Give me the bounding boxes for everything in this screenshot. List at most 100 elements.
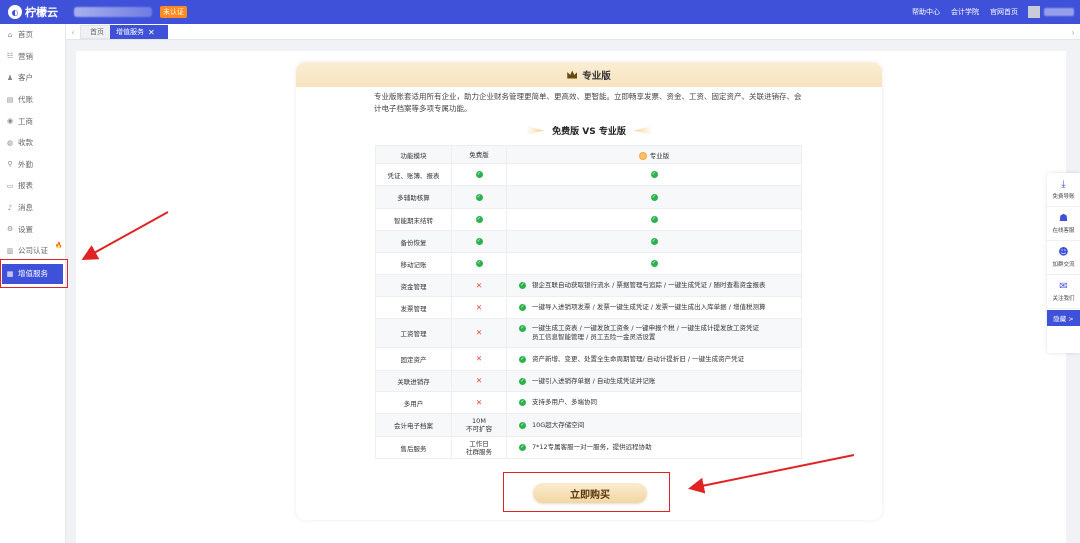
top-links: 帮助中心 会计学院 官网首页 bbox=[901, 0, 1074, 24]
tab-next-icon[interactable]: › bbox=[1068, 26, 1078, 38]
cell-free: ✓ bbox=[451, 208, 507, 231]
avatar[interactable] bbox=[1028, 6, 1040, 18]
cell-pro: ✓ bbox=[506, 185, 802, 209]
cell-pro: ✓ 10G超大存储空间 bbox=[506, 413, 802, 437]
cell-pro: ✓ 一键引入进销存单据 / 自动生成凭证并记账 bbox=[506, 370, 802, 392]
cell-free: ✕ bbox=[451, 274, 507, 297]
decoration-right-icon bbox=[634, 126, 652, 135]
company-name-blurred[interactable] bbox=[74, 7, 152, 17]
cell-free: ✓ bbox=[451, 252, 507, 275]
cell-pro: ✓ 7*12专属客服一对一服务，提供远程协助 bbox=[506, 436, 802, 459]
float-item-0[interactable]: ⤓ 免费导账 bbox=[1047, 173, 1080, 207]
float-item-2[interactable]: ☻ 加群交流 bbox=[1047, 241, 1080, 275]
service-icon: ☗ bbox=[1059, 213, 1068, 224]
sidebar-item-6[interactable]: ⚲ 外勤 bbox=[0, 154, 65, 176]
cell-pro: ✓ 一键生成工资表 / 一键发放工资条 / 一键申报个税 / 一键生成计提发放工资… bbox=[506, 318, 802, 348]
cell-free-text: 10M bbox=[472, 417, 486, 425]
float-item-3[interactable]: ✉ 关注我们 bbox=[1047, 275, 1080, 309]
pro-edition-card: 专业版 专业版账套适用所有企业，助力企业财务管理更简单、更高效、更智能。立即畅享… bbox=[296, 62, 882, 520]
annotation-box-sidebar bbox=[0, 259, 68, 288]
cell-free: ✓ bbox=[451, 230, 507, 253]
pro-feature: ✓ 支持多用户、多端协同 bbox=[519, 398, 801, 407]
sidebar-item-7[interactable]: ▭ 报表 bbox=[0, 175, 65, 197]
sidebar-item-0[interactable]: ⌂ 首页 bbox=[0, 24, 65, 46]
sidebar-item-9[interactable]: ⚙ 设置 bbox=[0, 218, 65, 240]
table-row: 固定资产 ✕ ✓ 资产新增、变更、处置全生命周期管理/ 自动计提折旧 / 一键生成资产… bbox=[375, 347, 802, 371]
cell-pro: ✓ bbox=[506, 252, 802, 275]
pro-feature-lines: 一键生成工资表 / 一键发放工资条 / 一键申报个税 / 一键生成计提发放工资凭… bbox=[532, 324, 759, 342]
sidebar-item-label: 客户 bbox=[18, 73, 33, 83]
cell-pro: ✓ 银企互联自动获取银行流水 / 票据管理与追踪 / 一键生成凭证 / 随时查看资… bbox=[506, 274, 802, 297]
float-item-label: 免费导账 bbox=[1052, 194, 1075, 200]
username-blurred[interactable] bbox=[1044, 8, 1074, 16]
float-item-1[interactable]: ☗ 在线客服 bbox=[1047, 207, 1080, 241]
check-icon: ✓ bbox=[519, 355, 526, 363]
float-item-label: 加群交流 bbox=[1052, 262, 1075, 268]
cell-module: 固定资产 bbox=[375, 347, 452, 371]
tab-prev-icon[interactable]: ‹ bbox=[68, 26, 78, 38]
pro-feature-lines: 10G超大存储空间 bbox=[532, 421, 584, 430]
annotation-box-buy-button bbox=[503, 472, 670, 512]
pro-feature-lines: 支持多用户、多端协同 bbox=[532, 398, 597, 407]
cell-pro: ✓ bbox=[506, 230, 802, 253]
pro-feature-text: 员工信息智能管理 / 员工五险一金灵活设置 bbox=[532, 333, 656, 341]
pro-feature-lines: 资产新增、变更、处置全生命周期管理/ 自动计提折旧 / 一键生成资产凭证 bbox=[532, 355, 744, 364]
cell-free: ✓ bbox=[451, 185, 507, 209]
sidebar-item-3[interactable]: ▤ 代账 bbox=[0, 89, 65, 111]
cross-icon: ✕ bbox=[475, 376, 483, 385]
check-icon: ✓ bbox=[519, 444, 526, 451]
close-icon[interactable]: ✕ bbox=[148, 28, 155, 37]
report-icon: ▭ bbox=[6, 181, 14, 190]
header-module: 功能模块 bbox=[375, 145, 452, 164]
sidebar-item-label: 营销 bbox=[18, 51, 33, 61]
decoration-left-icon bbox=[526, 126, 545, 135]
tab-home[interactable]: 首页 bbox=[80, 25, 114, 39]
check-icon: ✓ bbox=[475, 171, 483, 178]
academy-link[interactable]: 会计学院 bbox=[951, 7, 979, 17]
brand-logo[interactable]: ◐ 柠檬云 bbox=[0, 0, 66, 24]
pro-feature-lines: 一键导入进销项发票 / 发票一键生成凭证 / 发票一键生成出入库单据 / 增值税… bbox=[532, 303, 765, 312]
cell-module: 凭证、账簿、报表 bbox=[375, 163, 452, 186]
check-icon: ✓ bbox=[475, 260, 483, 267]
pro-feature-lines: 一键引入进销存单据 / 自动生成凭证并记账 bbox=[532, 377, 655, 386]
unverified-badge[interactable]: 未认证 bbox=[160, 6, 187, 18]
table-row: 工资管理 ✕ ✓ 一键生成工资表 / 一键发放工资条 / 一键申报个税 / 一键生成计… bbox=[375, 318, 802, 348]
sidebar-item-label: 首页 bbox=[18, 30, 33, 40]
pro-feature: ✓ 银企互联自动获取银行流水 / 票据管理与追踪 / 一键生成凭证 / 随时查看资… bbox=[519, 281, 801, 290]
brand-name: 柠檬云 bbox=[25, 6, 58, 19]
pro-feature-text: 10G超大存储空间 bbox=[532, 420, 585, 429]
header-pro-label: 专业版 bbox=[649, 151, 670, 160]
cell-module: 移动记账 bbox=[375, 252, 452, 275]
gear-icon: ⚙ bbox=[6, 225, 14, 234]
comparison-title-text: 免费版 VS 专业版 bbox=[552, 127, 626, 137]
sidebar-item-label: 公司认证 bbox=[18, 246, 48, 256]
bell-icon: ♪ bbox=[7, 203, 13, 212]
tab-bar: ‹ 首页 增值服务 ✕ › bbox=[66, 24, 1080, 40]
cell-free: 10M 不可扩容 bbox=[451, 413, 507, 437]
download-icon: ⤓ bbox=[1061, 179, 1066, 190]
cell-module: 多用户 bbox=[375, 391, 452, 414]
sidebar-item-label: 外勤 bbox=[18, 159, 33, 169]
pro-feature-text: 7*12专属客服一对一服务，提供远程协助 bbox=[532, 443, 652, 451]
sidebar-item-8[interactable]: ♪ 消息 bbox=[0, 197, 65, 219]
sidebar-item-1[interactable]: ☷ 营销 bbox=[0, 46, 65, 68]
home-icon: ⌂ bbox=[7, 30, 13, 39]
sidebar-item-label: 消息 bbox=[18, 203, 33, 213]
check-icon: ✓ bbox=[650, 238, 658, 245]
cell-pro: ✓ 支持多用户、多端协同 bbox=[506, 391, 802, 414]
cell-module: 工资管理 bbox=[375, 318, 452, 348]
sidebar-item-5[interactable]: ◍ 收款 bbox=[0, 132, 65, 154]
collapse-panel-button[interactable]: 隐藏 > bbox=[1047, 310, 1080, 326]
sidebar-item-4[interactable]: ◉ 工商 bbox=[0, 110, 65, 132]
header-free: 免费版 bbox=[451, 145, 507, 164]
business-icon: ◉ bbox=[6, 117, 14, 126]
official-site-link[interactable]: 官网首页 bbox=[990, 7, 1018, 17]
check-icon: ✓ bbox=[475, 193, 483, 201]
check-icon: ✓ bbox=[650, 193, 658, 201]
sidebar-item-2[interactable]: ♟ 客户 bbox=[0, 67, 65, 89]
help-center-link[interactable]: 帮助中心 bbox=[912, 7, 940, 17]
tab-home-label: 首页 bbox=[90, 28, 104, 36]
check-icon: ✓ bbox=[519, 304, 526, 311]
tab-value-added[interactable]: 增值服务 ✕ bbox=[110, 25, 168, 39]
cell-free: ✕ bbox=[451, 347, 507, 371]
